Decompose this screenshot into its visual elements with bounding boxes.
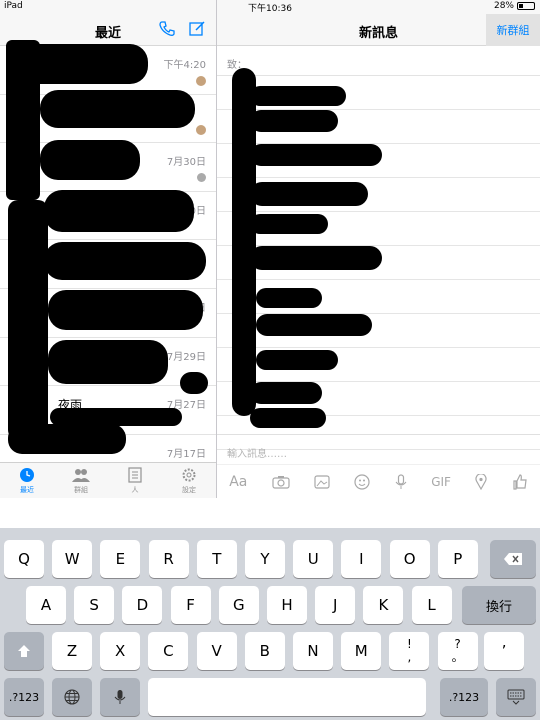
onscreen-keyboard: QWERTYUIOP ASDFGHJKL 換行 Z X C V B N M! ,? 。 ’ … (0, 528, 540, 720)
key[interactable]: U (293, 540, 334, 578)
keyboard-dismiss-icon (507, 689, 525, 705)
key[interactable]: S (74, 586, 115, 624)
key[interactable]: I (341, 540, 382, 578)
tab-people-label: 人 (131, 486, 139, 494)
composer-toolbar: Aa GIF (217, 464, 540, 498)
key[interactable]: R (148, 540, 189, 578)
space-key[interactable] (148, 678, 426, 716)
key[interactable]: F (170, 586, 211, 624)
key[interactable]: E (100, 540, 141, 578)
tab-recent[interactable]: 最近 (0, 463, 54, 498)
key[interactable]: ? 。 (437, 632, 478, 670)
tab-groups[interactable]: 群組 (54, 463, 108, 498)
people-list-icon (128, 467, 142, 483)
conversation-date: 7月30日 (166, 157, 206, 169)
key[interactable]: T (196, 540, 237, 578)
microphone-icon[interactable] (395, 473, 407, 490)
key[interactable]: L (411, 586, 452, 624)
gif-button[interactable]: GIF (431, 475, 451, 489)
key[interactable]: M (341, 632, 382, 670)
key[interactable]: N (293, 632, 333, 670)
globe-icon (64, 689, 80, 705)
key[interactable]: K (363, 586, 404, 624)
key[interactable]: W (52, 540, 93, 578)
conversation-date: 7月29日 (166, 351, 206, 363)
tab-groups-label: 群組 (74, 486, 88, 494)
clock-icon (20, 468, 34, 482)
key[interactable]: Y (245, 540, 285, 578)
key[interactable]: O (389, 540, 430, 578)
dictation-key[interactable] (100, 678, 140, 716)
key[interactable]: V (196, 632, 237, 670)
apostrophe-key[interactable]: ’ (484, 632, 524, 670)
key[interactable]: Q (4, 540, 44, 578)
numbers-key-left[interactable]: .?123 (4, 678, 44, 716)
key[interactable]: G (218, 586, 259, 624)
conversation-date: 下午4:20 (163, 60, 206, 71)
tab-settings-label: 設定 (182, 486, 196, 494)
shift-icon (18, 645, 30, 657)
thumbs-up-icon[interactable] (512, 473, 528, 490)
right-navbar: 新訊息 新群組 (217, 14, 540, 46)
battery-icon (517, 2, 535, 10)
conversation-date: 7月17日 (166, 448, 206, 460)
key[interactable]: D (122, 586, 163, 624)
numbers-key-right[interactable]: .?123 (440, 678, 488, 716)
delivered-check-icon (197, 173, 206, 183)
key[interactable]: H (267, 586, 307, 624)
phone-icon[interactable] (158, 20, 176, 42)
return-key[interactable]: 換行 (462, 586, 536, 624)
battery-percent: 28% (493, 1, 514, 11)
microphone-key-icon (114, 690, 126, 704)
globe-key[interactable] (52, 678, 92, 716)
key[interactable]: ! , (389, 632, 430, 670)
key[interactable]: A (26, 586, 66, 624)
status-time: 下午10:36 (248, 4, 292, 14)
key[interactable]: X (100, 632, 141, 670)
key[interactable]: B (244, 632, 285, 670)
location-icon[interactable] (475, 473, 487, 490)
photo-icon[interactable] (314, 474, 330, 490)
tab-recent-label: 最近 (20, 486, 34, 494)
status-bar: iPad 下午10:36 28% (0, 0, 540, 14)
compose-icon[interactable] (188, 20, 206, 42)
key[interactable]: P (437, 540, 478, 578)
camera-icon[interactable] (272, 475, 290, 489)
emoji-icon[interactable] (354, 473, 371, 490)
tab-people[interactable]: 人 (108, 463, 162, 498)
key[interactable]: Z (52, 632, 92, 670)
seen-avatar (196, 124, 206, 135)
gear-icon (182, 468, 196, 482)
shift-key[interactable] (4, 632, 44, 670)
recipient-field[interactable]: 致： (217, 46, 540, 76)
key[interactable]: J (315, 586, 356, 624)
text-format-button[interactable]: Aa (229, 474, 247, 490)
backspace-icon (504, 553, 522, 565)
tab-bar: 最近 群組 人 設定 (0, 462, 216, 498)
left-panel-title: 最近 (94, 26, 121, 41)
key[interactable]: C (148, 632, 189, 670)
hide-keyboard-key[interactable] (496, 678, 536, 716)
group-icon (72, 469, 90, 482)
backspace-key[interactable] (490, 540, 536, 578)
battery-indicator: 28% (494, 1, 535, 11)
new-group-button[interactable]: 新群組 (486, 14, 540, 46)
seen-avatar (196, 76, 206, 86)
message-input[interactable]: 輸入訊息…… (217, 434, 540, 464)
tab-settings[interactable]: 設定 (162, 463, 216, 498)
